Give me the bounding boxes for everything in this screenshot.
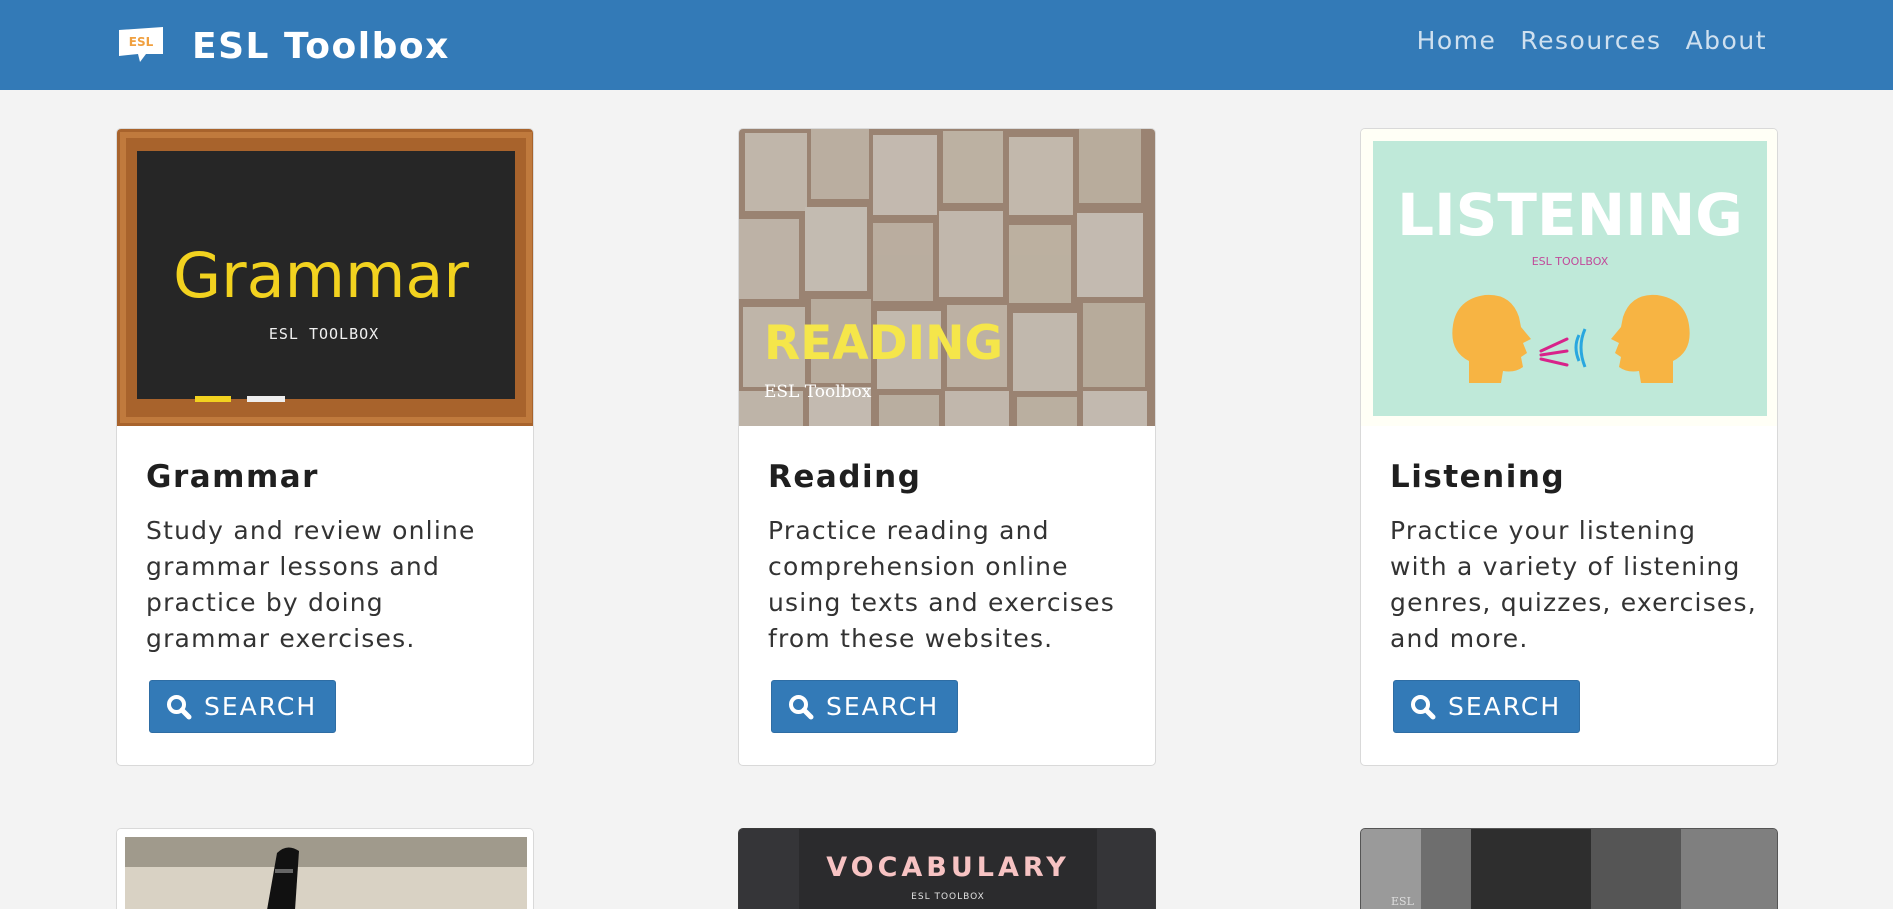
reading-image-sub: ESL Toolbox xyxy=(764,382,872,402)
search-icon xyxy=(789,694,814,719)
grammar-image-sub: ESL TOOLBOX xyxy=(269,325,379,343)
card-reading: READING ESL Toolbox Reading Practice rea… xyxy=(738,128,1156,766)
card-writing-partial xyxy=(116,828,534,909)
card-library-partial: ESL xyxy=(1360,828,1778,909)
grammar-search-button[interactable]: SEARCH xyxy=(149,680,337,733)
listening-image-sub: ESL TOOLBOX xyxy=(1532,255,1609,268)
listening-search-button[interactable]: SEARCH xyxy=(1393,680,1581,733)
library-image[interactable]: ESL xyxy=(1361,829,1778,909)
reading-image[interactable]: READING ESL Toolbox xyxy=(739,129,1155,426)
card-description: Practice your listening with a variety o… xyxy=(1390,516,1757,653)
nav-link-home[interactable]: Home xyxy=(1417,26,1497,55)
navbar: ESL ESL Toolbox Home Resources About xyxy=(0,0,1893,90)
grammar-image[interactable]: Grammar ESL TOOLBOX xyxy=(117,129,533,426)
writing-image[interactable] xyxy=(117,829,534,909)
reading-image-heading: READING xyxy=(764,316,1003,371)
grammar-image-heading: Grammar xyxy=(173,239,469,312)
nav-link-about[interactable]: About xyxy=(1686,26,1767,55)
search-icon xyxy=(1411,694,1436,719)
nav-link-resources[interactable]: Resources xyxy=(1520,26,1661,55)
search-button-label: SEARCH xyxy=(1448,692,1562,721)
logo-text: ESL xyxy=(129,35,154,49)
search-button-label: SEARCH xyxy=(204,692,318,721)
card-title: Listening xyxy=(1390,459,1566,495)
card-title: Reading xyxy=(768,459,922,495)
brand-name: ESL Toolbox xyxy=(192,25,450,67)
card-title: Grammar xyxy=(146,459,319,495)
search-icon xyxy=(167,694,192,719)
brand-link[interactable]: ESL ESL Toolbox xyxy=(116,24,450,68)
vocabulary-image-sub: ESL TOOLBOX xyxy=(911,892,985,902)
card-grammar: Grammar ESL TOOLBOX Grammar Study and re… xyxy=(116,128,534,766)
vocabulary-image-heading: VOCABULARY xyxy=(826,852,1070,883)
card-description: Practice reading and comprehension onlin… xyxy=(768,516,1115,653)
esl-logo-icon: ESL xyxy=(116,26,166,66)
library-image-sub: ESL xyxy=(1391,895,1415,908)
card-vocabulary-partial: VOCABULARY ESL TOOLBOX xyxy=(738,828,1156,909)
search-button-label: SEARCH xyxy=(826,692,940,721)
vocabulary-image[interactable]: VOCABULARY ESL TOOLBOX xyxy=(739,829,1156,909)
card-listening: LISTENING ESL TOOLBOX Listening Practice… xyxy=(1360,128,1778,766)
card-description: Study and review online grammar lessons … xyxy=(146,516,476,653)
nav-links: Home Resources About xyxy=(1417,26,1767,55)
listening-image[interactable]: LISTENING ESL TOOLBOX xyxy=(1361,129,1777,426)
reading-search-button[interactable]: SEARCH xyxy=(771,680,959,733)
listening-image-heading: LISTENING xyxy=(1397,181,1743,249)
